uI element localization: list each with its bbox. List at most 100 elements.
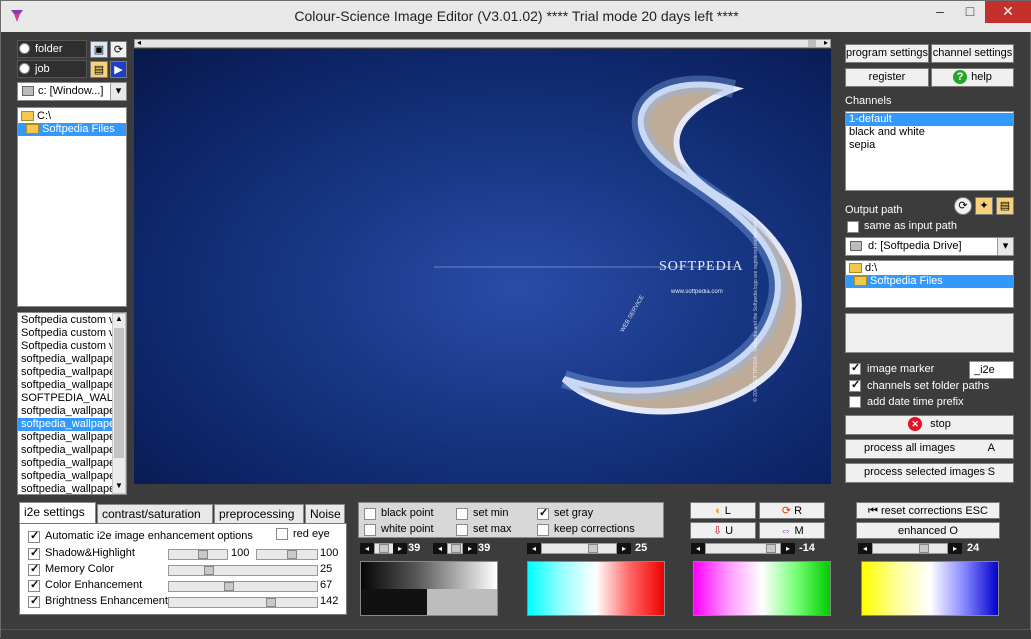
set-max-checkbox[interactable] <box>456 524 468 536</box>
chevron-down-icon[interactable]: ▾ <box>110 83 126 100</box>
r-button[interactable]: ⟳ R <box>759 502 825 519</box>
file-list-item[interactable]: SOFTPEDIA_WAL <box>18 392 112 405</box>
refresh-icon[interactable]: ⟳ <box>110 41 127 58</box>
program-settings-button[interactable]: program settings <box>845 44 929 63</box>
file-list-item[interactable]: softpedia_wallpape <box>18 366 112 379</box>
i2e-row-checkbox[interactable] <box>28 578 40 592</box>
file-list-item[interactable]: Softpedia custom v <box>18 340 112 353</box>
close-button[interactable]: ✕ <box>985 1 1031 23</box>
wp-right-arrow[interactable]: ▸ <box>463 543 477 554</box>
output-folder-tree[interactable]: d:\ Softpedia Files <box>845 260 1014 308</box>
gray-left-arrow[interactable]: ◂ <box>527 543 541 554</box>
i2e-row-slider[interactable] <box>168 597 318 608</box>
image-marker-input[interactable]: _i2e <box>969 361 1014 379</box>
file-list-item[interactable]: softpedia_wallpape <box>18 483 112 494</box>
scroll-up-icon[interactable]: ▲ <box>113 314 125 326</box>
channel-settings-button[interactable]: channel settings <box>931 44 1014 63</box>
channel-item[interactable]: sepia <box>846 139 1013 152</box>
set-gray-checkbox[interactable] <box>537 506 549 520</box>
drive-select[interactable]: c: [Window...] ▾ <box>17 82 127 101</box>
file-list-scrollbar[interactable]: ▲ ▼ <box>112 313 126 494</box>
file-list-item[interactable]: softpedia_wallpape <box>18 431 112 444</box>
output-drive-select[interactable]: d: [Softpedia Drive] ▾ <box>845 237 1014 256</box>
scroll-right-icon[interactable]: ▸ <box>824 38 828 47</box>
red-eye-checkbox[interactable] <box>276 528 288 540</box>
l-button[interactable]: ◐ L <box>690 502 756 519</box>
yb-right-arrow[interactable]: ▸ <box>948 543 962 554</box>
white-point-checkbox[interactable] <box>364 524 376 536</box>
file-list-item[interactable]: Softpedia custom v <box>18 314 112 327</box>
file-list-item[interactable]: Softpedia custom v <box>18 327 112 340</box>
tab-preprocessing[interactable]: preprocessing <box>214 504 304 523</box>
maximize-button[interactable]: □ <box>955 1 985 23</box>
chevron-down-icon[interactable]: ▾ <box>997 238 1013 255</box>
date-prefix-checkbox[interactable] <box>849 396 861 408</box>
file-list-item[interactable]: softpedia_wallpape <box>18 379 112 392</box>
file-list-item[interactable]: softpedia_wallpape <box>18 418 112 431</box>
scroll-thumb[interactable] <box>114 328 124 458</box>
output-tree-softpedia[interactable]: Softpedia Files <box>846 275 1013 288</box>
i2e-row-slider[interactable] <box>168 549 228 560</box>
image-preview[interactable]: SOFTPEDIA www.softpedia.com WEB SERVICE … <box>134 49 831 484</box>
scroll-down-icon[interactable]: ▼ <box>113 481 125 493</box>
channels-list[interactable]: 1-default black and white sepia <box>845 111 1014 191</box>
tree-item-softpedia[interactable]: Softpedia Files <box>18 123 126 136</box>
image-marker-checkbox[interactable] <box>849 361 861 375</box>
i2e-row-checkbox[interactable] <box>28 562 40 576</box>
tab-contrast-saturation[interactable]: contrast/saturation <box>97 504 213 523</box>
file-list-item[interactable]: softpedia_wallpape <box>18 470 112 483</box>
stop-button[interactable]: ✕ stop <box>845 415 1014 435</box>
output-tree-root[interactable]: d:\ <box>846 262 1013 275</box>
white-point-slider[interactable] <box>447 543 463 554</box>
i2e-row-checkbox[interactable] <box>28 594 40 608</box>
file-list[interactable]: Softpedia custom v Softpedia custom v Soft… <box>17 312 127 495</box>
u-button[interactable]: ⇩ U <box>690 522 756 539</box>
i2e-row-slider[interactable] <box>168 565 318 576</box>
scroll-left-icon[interactable]: ◂ <box>137 38 141 47</box>
play-icon[interactable]: ▶ <box>110 61 127 78</box>
new-folder-icon[interactable]: ✦ <box>975 197 993 215</box>
wp-left-arrow[interactable]: ◂ <box>433 543 447 554</box>
lrum-slider[interactable] <box>705 543 781 554</box>
preview-hscrollbar[interactable]: ◂ ▸ <box>134 38 831 48</box>
channel-item[interactable]: black and white <box>846 126 1013 139</box>
file-list-item[interactable]: softpedia_wallpape <box>18 444 112 457</box>
black-point-slider[interactable] <box>374 543 394 554</box>
file-list-item[interactable]: softpedia_wallpape <box>18 405 112 418</box>
auto-i2e-checkbox[interactable] <box>28 529 40 543</box>
folder-tree[interactable]: C:\ Softpedia Files <box>17 107 127 307</box>
folder-radio-dot[interactable] <box>19 43 30 54</box>
tab-noise[interactable]: Noise <box>305 504 345 523</box>
reset-corrections-button[interactable]: ⏮ reset corrections ESC <box>856 502 1000 519</box>
yb-left-arrow[interactable]: ◂ <box>858 543 872 554</box>
file-list-item[interactable]: softpedia_wallpape <box>18 457 112 470</box>
shadow-highlight-slider-2[interactable] <box>256 549 318 560</box>
black-point-checkbox[interactable] <box>364 508 376 520</box>
same-as-input-checkbox[interactable] <box>847 221 859 233</box>
tree-item-root[interactable]: C:\ <box>18 110 126 123</box>
browse-folder-icon[interactable]: ▤ <box>996 197 1014 215</box>
keep-corrections-checkbox[interactable] <box>537 524 549 536</box>
process-all-button[interactable]: process all images A <box>845 439 1014 459</box>
hscroll-thumb[interactable] <box>808 40 816 47</box>
open-folder-icon[interactable]: ▤ <box>90 61 108 78</box>
m-button[interactable]: ⇔ M <box>759 522 825 539</box>
yellow-blue-slider[interactable] <box>872 543 948 554</box>
job-radio-dot[interactable] <box>19 63 30 74</box>
i2e-row-checkbox[interactable] <box>28 546 40 560</box>
process-selected-button[interactable]: process selected images S <box>845 463 1014 483</box>
monitor-icon[interactable]: ▣ <box>90 41 108 58</box>
channels-set-folder-checkbox[interactable] <box>849 378 861 392</box>
minimize-button[interactable]: – <box>925 1 955 23</box>
register-button[interactable]: register <box>845 68 929 87</box>
channel-item[interactable]: 1-default <box>846 113 1013 126</box>
bp-right-arrow[interactable]: ▸ <box>393 543 407 554</box>
set-min-checkbox[interactable] <box>456 508 468 520</box>
bp-left-arrow[interactable]: ◂ <box>360 543 374 554</box>
lrum-right-arrow[interactable]: ▸ <box>781 543 795 554</box>
help-button[interactable]: ? help <box>931 68 1014 87</box>
i2e-row-slider[interactable] <box>168 581 318 592</box>
enhanced-button[interactable]: enhanced O <box>856 522 1000 539</box>
refresh-output-icon[interactable]: ⟳ <box>954 197 972 215</box>
lrum-left-arrow[interactable]: ◂ <box>691 543 705 554</box>
